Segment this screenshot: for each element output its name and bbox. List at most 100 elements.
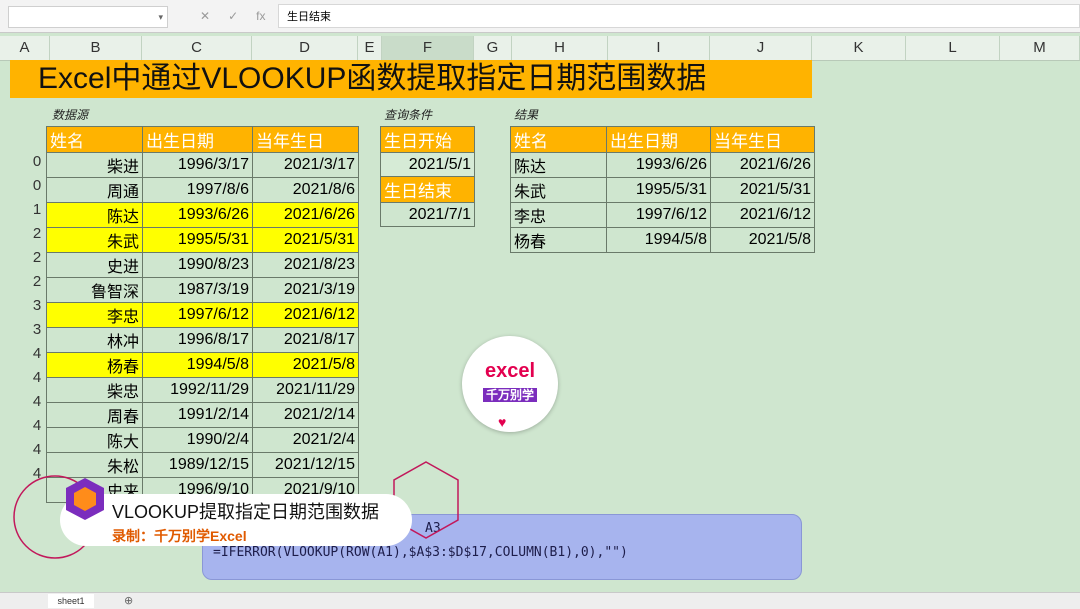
cell-birth[interactable]: 1989/12/15: [142, 452, 253, 478]
cell-bday[interactable]: 2021/8/17: [252, 327, 359, 353]
result-cell-bday[interactable]: 2021/6/26: [710, 152, 815, 178]
sheet-tab[interactable]: sheet1: [48, 594, 94, 608]
end-value[interactable]: 2021/7/1: [380, 202, 475, 227]
cell-name[interactable]: 林冲: [46, 327, 143, 353]
cell-birth[interactable]: 1994/5/8: [142, 352, 253, 378]
cell-birth[interactable]: 1990/8/23: [142, 252, 253, 278]
row-index-value[interactable]: 4: [30, 393, 44, 410]
result-cell-name[interactable]: 陈达: [510, 152, 607, 178]
row-index-value[interactable]: 4: [30, 417, 44, 434]
header-birth[interactable]: 出生日期: [142, 126, 253, 153]
row-index-value[interactable]: 4: [30, 345, 44, 362]
cell-name[interactable]: 柴忠: [46, 377, 143, 403]
chevron-down-icon[interactable]: ▾: [158, 7, 163, 27]
column-header-c[interactable]: C: [142, 36, 252, 60]
cell-bday[interactable]: 2021/6/12: [252, 302, 359, 328]
cell-birth[interactable]: 1993/6/26: [142, 202, 253, 228]
column-header-k[interactable]: K: [812, 36, 906, 60]
result-header-birth[interactable]: 出生日期: [606, 126, 711, 153]
table-row: 柴进 1996/3/17 2021/3/17: [46, 152, 359, 178]
result-cell-bday[interactable]: 2021/5/8: [710, 227, 815, 253]
result-cell-birth[interactable]: 1995/5/31: [606, 177, 711, 203]
column-header-h[interactable]: H: [512, 36, 608, 60]
result-header-name[interactable]: 姓名: [510, 126, 607, 153]
row-index-value[interactable]: 4: [30, 369, 44, 386]
row-index-value[interactable]: 0: [30, 177, 44, 194]
header-name[interactable]: 姓名: [46, 126, 143, 153]
table-row: 陈大 1990/2/4 2021/2/4: [46, 427, 359, 453]
row-index-value[interactable]: 2: [30, 249, 44, 266]
cell-bday[interactable]: 2021/2/4: [252, 427, 359, 453]
column-header-f[interactable]: F: [382, 36, 474, 60]
result-cell-birth[interactable]: 1993/6/26: [606, 152, 711, 178]
row-index-value[interactable]: 0: [30, 153, 44, 170]
column-header-i[interactable]: I: [608, 36, 710, 60]
row-index-value[interactable]: 3: [30, 297, 44, 314]
add-sheet-icon[interactable]: ⊕: [124, 594, 133, 607]
cell-name[interactable]: 陈达: [46, 202, 143, 228]
start-label[interactable]: 生日开始: [380, 126, 475, 153]
cell-birth[interactable]: 1990/2/4: [142, 427, 253, 453]
start-value[interactable]: 2021/5/1: [380, 152, 475, 177]
cell-birth[interactable]: 1995/5/31: [142, 227, 253, 253]
cell-birth[interactable]: 1987/3/19: [142, 277, 253, 303]
column-header-j[interactable]: J: [710, 36, 812, 60]
cell-birth[interactable]: 1997/6/12: [142, 302, 253, 328]
cell-birth[interactable]: 1997/8/6: [142, 177, 253, 203]
cell-birth[interactable]: 1996/3/17: [142, 152, 253, 178]
confirm-icon[interactable]: ✓: [228, 6, 238, 26]
cell-bday[interactable]: 2021/8/6: [252, 177, 359, 203]
cell-bday[interactable]: 2021/3/17: [252, 152, 359, 178]
table-row: 李忠 1997/6/12 2021/6/12: [46, 302, 359, 328]
row-index-value[interactable]: 2: [30, 225, 44, 242]
table-row: 柴忠 1992/11/29 2021/11/29: [46, 377, 359, 403]
fx-icon[interactable]: fx: [256, 6, 265, 26]
cell-birth[interactable]: 1996/8/17: [142, 327, 253, 353]
result-header-bday[interactable]: 当年生日: [710, 126, 815, 153]
column-header-e[interactable]: E: [358, 36, 382, 60]
cell-bday[interactable]: 2021/12/15: [252, 452, 359, 478]
column-header-b[interactable]: B: [50, 36, 142, 60]
table-row: 鲁智深 1987/3/19 2021/3/19: [46, 277, 359, 303]
column-header-g[interactable]: G: [474, 36, 512, 60]
cell-birth[interactable]: 1992/11/29: [142, 377, 253, 403]
cell-name[interactable]: 鲁智深: [46, 277, 143, 303]
cell-name[interactable]: 柴进: [46, 152, 143, 178]
table-header-row: 姓名 出生日期 当年生日: [510, 126, 815, 153]
row-index-value[interactable]: 3: [30, 321, 44, 338]
row-index-value[interactable]: 2: [30, 273, 44, 290]
cell-bday[interactable]: 2021/6/26: [252, 202, 359, 228]
name-box[interactable]: ▾: [8, 6, 168, 28]
cell-birth[interactable]: 1991/2/14: [142, 402, 253, 428]
column-header-a[interactable]: A: [0, 36, 50, 60]
cell-bday[interactable]: 2021/5/8: [252, 352, 359, 378]
formula-input[interactable]: 生日结束: [278, 4, 1080, 28]
result-cell-birth[interactable]: 1994/5/8: [606, 227, 711, 253]
row-index-value[interactable]: 1: [30, 201, 44, 218]
column-header-d[interactable]: D: [252, 36, 358, 60]
cell-bday[interactable]: 2021/2/14: [252, 402, 359, 428]
cell-bday[interactable]: 2021/11/29: [252, 377, 359, 403]
cell-name[interactable]: 陈大: [46, 427, 143, 453]
result-cell-bday[interactable]: 2021/6/12: [710, 202, 815, 228]
result-cell-name[interactable]: 杨春: [510, 227, 607, 253]
cell-name[interactable]: 朱武: [46, 227, 143, 253]
cell-bday[interactable]: 2021/3/19: [252, 277, 359, 303]
column-header-l[interactable]: L: [906, 36, 1000, 60]
row-index-value[interactable]: 4: [30, 441, 44, 458]
result-cell-bday[interactable]: 2021/5/31: [710, 177, 815, 203]
column-header-m[interactable]: M: [1000, 36, 1080, 60]
cell-name[interactable]: 李忠: [46, 302, 143, 328]
cell-bday[interactable]: 2021/8/23: [252, 252, 359, 278]
cancel-icon[interactable]: ✕: [200, 6, 210, 26]
cell-name[interactable]: 杨春: [46, 352, 143, 378]
result-cell-name[interactable]: 朱武: [510, 177, 607, 203]
result-cell-name[interactable]: 李忠: [510, 202, 607, 228]
cell-name[interactable]: 周春: [46, 402, 143, 428]
cell-bday[interactable]: 2021/5/31: [252, 227, 359, 253]
header-bday[interactable]: 当年生日: [252, 126, 359, 153]
cell-name[interactable]: 史进: [46, 252, 143, 278]
cell-name[interactable]: 周通: [46, 177, 143, 203]
result-cell-birth[interactable]: 1997/6/12: [606, 202, 711, 228]
end-label[interactable]: 生日结束: [380, 176, 475, 203]
